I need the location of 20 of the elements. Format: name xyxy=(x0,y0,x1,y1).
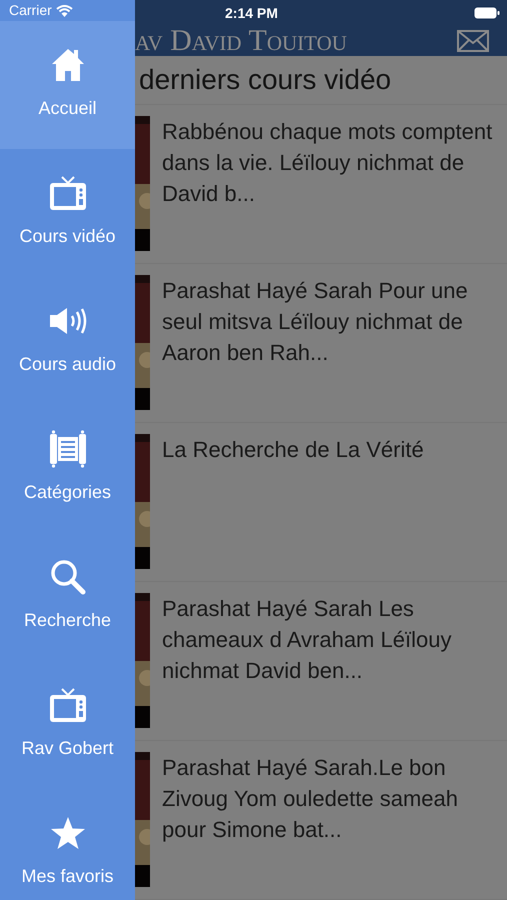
search-icon xyxy=(50,558,86,594)
star-icon xyxy=(50,816,86,850)
speaker-icon xyxy=(48,306,86,334)
video-title[interactable]: La Recherche de La Vérité xyxy=(162,434,432,581)
video-title[interactable]: Parashat Hayé Sarah.Le bon Zivoug Yom ouledette sameah pour Simone bat... xyxy=(162,752,507,899)
status-time: 2:14 PM xyxy=(225,4,278,22)
scroll-icon xyxy=(48,430,86,468)
tv-icon xyxy=(48,686,86,724)
video-title[interactable]: Parashat Hayé Sarah Pour une seul mitsva Léïlouy nichmat de Aaron ben Rah... xyxy=(162,275,507,422)
menu-item[interactable]: Accueil xyxy=(0,21,135,149)
app-title: av David Touitou xyxy=(135,26,347,56)
video-title[interactable]: Parashat Hayé Sarah Les chameaux d Avraham Léïlouy nichmat David ben... xyxy=(162,593,507,740)
mail-icon xyxy=(457,30,489,52)
wifi-icon xyxy=(56,4,73,16)
video-title[interactable]: Rabbénou chaque mots comptent dans la vie. Léïlouy nichmat de David b... xyxy=(162,116,507,263)
battery-icon xyxy=(474,7,500,19)
home-icon xyxy=(50,46,84,82)
section-title: derniers cours vidéo xyxy=(139,63,392,97)
tv-icon xyxy=(48,174,86,212)
carrier-label: Carrier xyxy=(9,1,52,20)
